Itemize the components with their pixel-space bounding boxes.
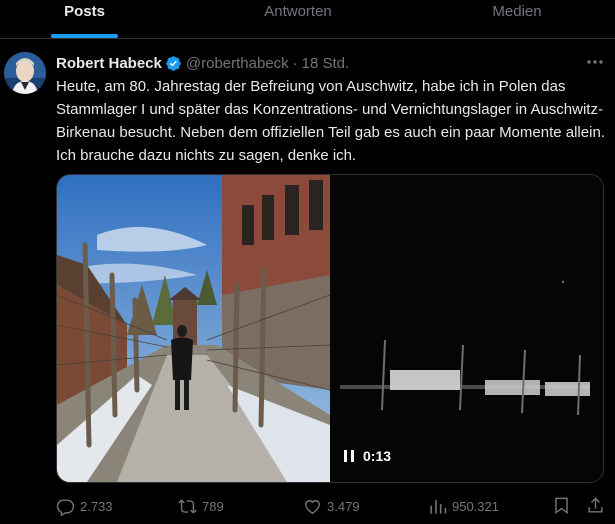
video-player[interactable] bbox=[330, 175, 603, 482]
tweet-header: Robert Habeck @roberthabeck · 18 Std. bbox=[56, 53, 349, 73]
pause-icon[interactable] bbox=[344, 450, 354, 462]
tab-antworten[interactable]: Antworten bbox=[248, 0, 348, 38]
repost-count: 789 bbox=[202, 498, 224, 514]
author-handle[interactable]: @roberthabeck bbox=[186, 55, 289, 72]
action-bar: 2.733 789 3.479 950.321 bbox=[0, 494, 615, 518]
view-count: 950.321 bbox=[452, 498, 499, 514]
repost-icon bbox=[178, 499, 197, 513]
more-icon[interactable] bbox=[584, 52, 606, 72]
bookmark-icon[interactable] bbox=[552, 496, 571, 515]
video-time: 0:13 bbox=[363, 448, 392, 464]
separator: · bbox=[292, 54, 298, 72]
verified-badge-icon bbox=[166, 55, 181, 71]
tweet-text: Heute, am 80. Jahrestag der Befreiung vo… bbox=[56, 78, 605, 164]
like-count: 3.479 bbox=[327, 498, 360, 514]
auschwitz-photo[interactable] bbox=[57, 175, 330, 482]
reply-button[interactable]: 2.733 bbox=[56, 494, 113, 518]
share-icon[interactable] bbox=[586, 496, 605, 515]
like-button[interactable]: 3.479 bbox=[303, 494, 360, 518]
media-grid: 0:13 bbox=[56, 174, 604, 483]
avatar[interactable] bbox=[4, 52, 46, 94]
repost-button[interactable]: 789 bbox=[178, 494, 224, 518]
timestamp[interactable]: 18 Std. bbox=[302, 55, 350, 72]
profile-tabs: Posts Antworten Medien bbox=[0, 0, 615, 39]
reply-icon bbox=[56, 498, 75, 516]
active-tab-indicator bbox=[51, 34, 118, 38]
tab-posts[interactable]: Posts bbox=[51, 0, 118, 38]
like-icon bbox=[305, 499, 320, 514]
reply-count: 2.733 bbox=[80, 498, 113, 514]
tab-medien[interactable]: Medien bbox=[478, 0, 556, 38]
views-button[interactable]: 950.321 bbox=[428, 494, 499, 518]
video-timer: 0:13 bbox=[344, 448, 391, 464]
views-icon bbox=[430, 499, 447, 514]
author-name[interactable]: Robert Habeck bbox=[56, 55, 162, 72]
